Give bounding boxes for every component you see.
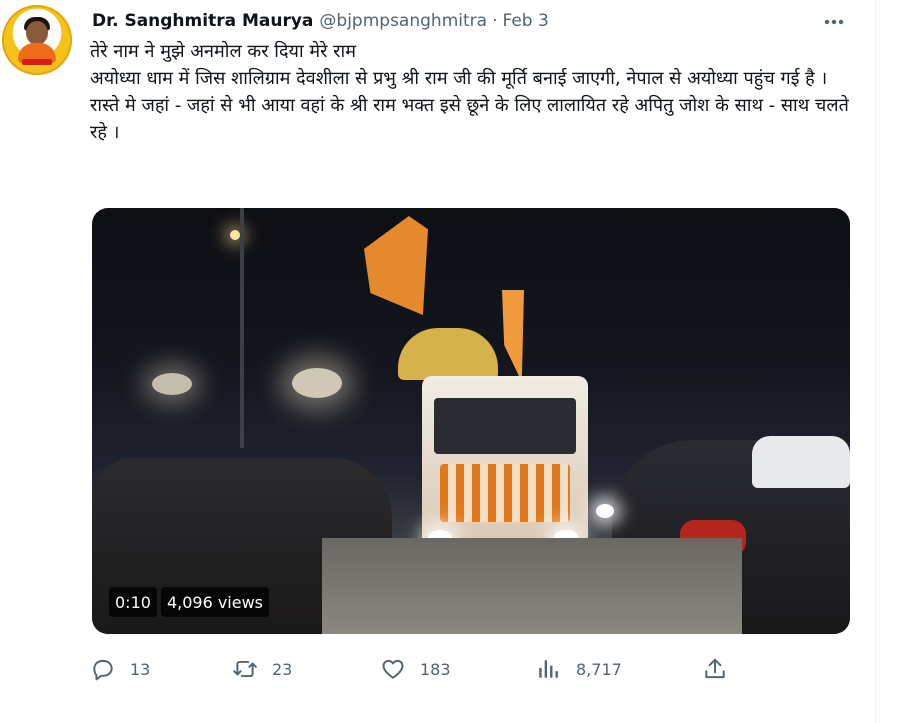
author-name[interactable]: Dr. Sanghmitra Maurya xyxy=(92,11,313,31)
avatar-tag xyxy=(22,59,52,65)
pole xyxy=(240,208,244,448)
views-button[interactable]: 8,717 xyxy=(536,652,622,686)
video-player[interactable] xyxy=(92,208,850,634)
distant-lights xyxy=(152,373,192,395)
video-views: 4,096 views xyxy=(160,587,270,617)
road xyxy=(322,538,742,634)
like-button[interactable]: 183 xyxy=(380,652,451,686)
flag-small xyxy=(502,290,524,382)
tweet-date[interactable]: Feb 3 xyxy=(502,11,548,31)
tweet-header: Dr. Sanghmitra Maurya @bjpmpsanghmitra ·… xyxy=(92,9,549,33)
truck-window xyxy=(434,398,576,454)
tweet-card[interactable]: Dr. Sanghmitra Maurya @bjpmpsanghmitra ·… xyxy=(0,0,876,723)
retweet-button[interactable]: 23 xyxy=(232,652,292,686)
avatar[interactable] xyxy=(2,5,72,75)
avatar-face xyxy=(26,21,48,45)
reply-icon xyxy=(93,659,113,681)
retweet-icon xyxy=(233,660,257,678)
views-icon xyxy=(539,660,558,678)
flag xyxy=(364,216,428,315)
author-handle[interactable]: @bjpmpsanghmitra xyxy=(319,11,487,31)
view-count: 8,717 xyxy=(576,659,622,679)
retweet-count: 23 xyxy=(272,659,293,679)
like-icon xyxy=(382,659,404,679)
street-light xyxy=(230,230,240,240)
distant-lights xyxy=(292,368,342,398)
like-count: 183 xyxy=(420,659,451,679)
action-bar: 13 23 183 8,717 xyxy=(90,652,740,686)
reply-count: 13 xyxy=(130,659,151,679)
bike-headlight xyxy=(596,504,614,518)
white-car xyxy=(752,436,850,488)
video-badges: 0:10 4,096 views xyxy=(109,587,270,617)
truck-grille xyxy=(440,464,570,522)
tweet-text: तेरे नाम ने मुझे अनमोल कर दिया मेरे राम … xyxy=(90,41,849,143)
reply-button[interactable]: 13 xyxy=(90,652,150,686)
video-timestamp: 0:10 xyxy=(109,587,157,617)
share-button[interactable] xyxy=(702,652,742,686)
yellow-cargo xyxy=(398,328,498,380)
share-icon xyxy=(705,658,725,679)
more-icon[interactable] xyxy=(820,8,848,36)
separator-dot: · xyxy=(492,11,498,31)
